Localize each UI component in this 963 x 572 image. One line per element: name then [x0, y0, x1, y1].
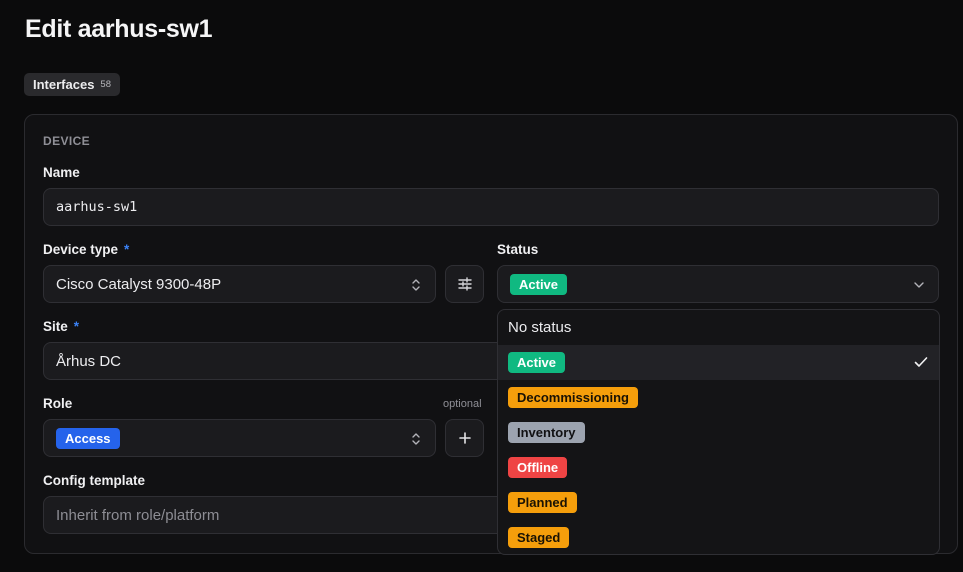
status-select[interactable]: Active [497, 265, 939, 303]
page-title: Edit aarhus-sw1 [25, 15, 213, 43]
role-select[interactable]: Access [43, 419, 436, 457]
status-option-active[interactable]: Active [498, 345, 939, 380]
add-role-button[interactable] [445, 419, 484, 457]
device-type-label-text: Device type [43, 242, 119, 257]
name-label: Name [43, 165, 80, 180]
site-select[interactable]: Århus DC [43, 342, 523, 380]
status-badge: Decommissioning [508, 387, 638, 408]
status-option-inventory[interactable]: Inventory [498, 415, 939, 450]
site-label-text: Site [43, 319, 68, 334]
tab-interfaces-count: 58 [100, 79, 111, 90]
chevron-up-down-icon [412, 433, 420, 445]
status-option-none-label: No status [508, 319, 572, 336]
status-option-planned[interactable]: Planned [498, 485, 939, 520]
tab-interfaces[interactable]: Interfaces 58 [24, 73, 120, 96]
role-optional-label: optional [443, 398, 482, 410]
status-badge: Inventory [508, 422, 585, 443]
status-option-staged[interactable]: Staged [498, 520, 939, 554]
role-label: Role [43, 396, 73, 411]
status-badge: Offline [508, 457, 568, 478]
config-template-label: Config template [43, 473, 146, 488]
tab-interfaces-label: Interfaces [33, 77, 95, 92]
device-type-settings-button[interactable] [445, 265, 484, 303]
chevron-down-icon [914, 282, 924, 288]
device-type-label: Device type * [43, 242, 129, 257]
status-label: Status [497, 242, 539, 257]
site-label: Site * [43, 319, 79, 334]
sliders-icon [457, 277, 472, 291]
status-option-decommissioning[interactable]: Decommissioning [498, 380, 939, 415]
status-dropdown: No status Active Decommissioning Invento… [497, 309, 940, 555]
config-template-placeholder: Inherit from role/platform [56, 506, 220, 524]
status-option-offline[interactable]: Offline [498, 450, 939, 485]
section-label-device: DEVICE [43, 134, 91, 148]
required-marker: * [73, 319, 80, 334]
site-value: Århus DC [56, 352, 122, 370]
chevron-up-down-icon [412, 279, 420, 291]
check-icon [914, 357, 928, 367]
device-type-select[interactable]: Cisco Catalyst 9300-48P [43, 265, 436, 303]
name-input[interactable]: aarhus-sw1 [43, 188, 939, 226]
status-value-badge: Active [510, 273, 568, 295]
config-template-select[interactable]: Inherit from role/platform [43, 496, 523, 534]
required-marker: * [124, 242, 130, 257]
status-badge: Active [508, 352, 566, 373]
name-input-value: aarhus-sw1 [56, 199, 138, 215]
plus-icon [458, 432, 471, 444]
status-badge: Planned [508, 492, 577, 513]
role-value-badge: Access [56, 427, 120, 449]
status-option-none[interactable]: No status [498, 310, 939, 345]
status-badge: Staged [508, 527, 570, 548]
device-type-value: Cisco Catalyst 9300-48P [56, 275, 222, 293]
